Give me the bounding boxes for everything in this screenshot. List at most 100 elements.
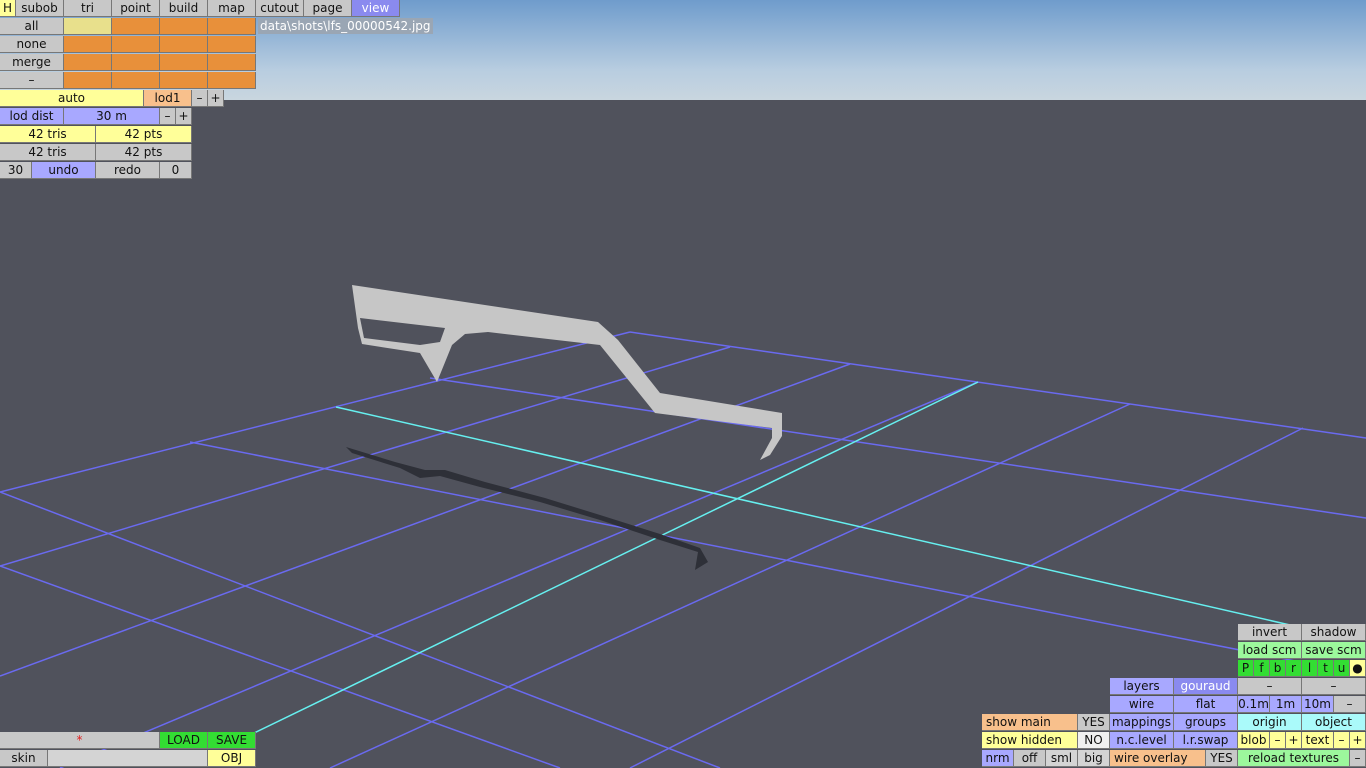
selection-slot[interactable] [64,54,112,71]
blob-label: blob [1238,732,1270,749]
selection-slot[interactable] [160,36,208,53]
skin-label: skin [0,750,48,767]
grid-off-button[interactable]: – [1334,696,1366,713]
selection-slot[interactable] [160,54,208,71]
selection-slot[interactable] [160,72,208,89]
selection-slot[interactable] [64,36,112,53]
save-scm-button[interactable]: save scm [1302,642,1366,659]
tab-page[interactable]: page [304,0,352,17]
text-minus-button[interactable]: – [1334,732,1350,749]
load-scm-button[interactable]: load scm [1238,642,1302,659]
text-plus-button[interactable]: + [1350,732,1366,749]
tab-map[interactable]: map [208,0,256,17]
selection-slot[interactable] [208,72,256,89]
show-hidden-toggle[interactable]: NO [1078,732,1110,749]
obj-button[interactable]: OBJ [208,750,256,767]
screenshot-filename: data\shots\lfs_00000542.jpg [258,18,433,34]
big-button[interactable]: big [1078,750,1110,767]
flat-button[interactable]: flat [1174,696,1238,713]
lod-dist-minus-button[interactable]: – [160,108,176,125]
grid-0-1m-button[interactable]: 0.1m [1238,696,1270,713]
dash-button[interactable]: – [0,72,64,89]
redo-button[interactable]: redo [96,162,160,179]
groups-button[interactable]: groups [1174,714,1238,731]
selection-slot[interactable] [112,72,160,89]
lod-plus-button[interactable]: + [208,90,224,107]
view-top-button[interactable]: t [1318,660,1334,677]
view-dot-button[interactable]: ● [1350,660,1366,677]
view-right-button[interactable]: r [1286,660,1302,677]
skin-field[interactable] [48,750,208,767]
dash-button-2[interactable]: – [1302,678,1366,695]
sml-button[interactable]: sml [1046,750,1078,767]
tab-point[interactable]: point [112,0,160,17]
lod-dist-value[interactable]: 30 m [64,108,160,125]
object-button[interactable]: object [1302,714,1366,731]
selection-slot[interactable] [64,72,112,89]
dash-button-1[interactable]: – [1238,678,1302,695]
pts-count: 42 pts [96,126,192,143]
tab-tri[interactable]: tri [64,0,112,17]
h-button[interactable]: H [0,0,16,17]
view-left-button[interactable]: l [1302,660,1318,677]
show-hidden-label: show hidden [982,732,1078,749]
selection-slot[interactable] [112,36,160,53]
selection-slot[interactable] [112,18,160,35]
selection-slot[interactable] [208,18,256,35]
lod-dist-plus-button[interactable]: + [176,108,192,125]
lod1-button[interactable]: lod1 [144,90,192,107]
selection-slot[interactable] [208,36,256,53]
selection-slot[interactable] [160,18,208,35]
shadow-button[interactable]: shadow [1302,624,1366,641]
load-button[interactable]: LOAD [160,732,208,749]
auto-button[interactable]: auto [0,90,144,107]
wire-button[interactable]: wire [1110,696,1174,713]
blob-minus-button[interactable]: – [1270,732,1286,749]
lod-minus-button[interactable]: – [192,90,208,107]
viewport-3d[interactable] [0,0,1366,768]
off-button[interactable]: off [1014,750,1046,767]
wire-overlay-toggle[interactable]: YES [1206,750,1238,767]
grid-10m-button[interactable]: 10m [1302,696,1334,713]
tab-view[interactable]: view [352,0,400,17]
show-main-label: show main [982,714,1078,731]
tris-count: 42 tris [0,126,96,143]
reload-dash-button[interactable]: – [1350,750,1366,767]
layers-button[interactable]: layers [1110,678,1174,695]
merge-button[interactable]: merge [0,54,64,71]
selection-slot[interactable] [112,54,160,71]
undo-count: 30 [0,162,32,179]
mappings-button[interactable]: mappings [1110,714,1174,731]
invert-button[interactable]: invert [1238,624,1302,641]
total-pts-count: 42 pts [96,144,192,161]
view-perspective-button[interactable]: P [1238,660,1254,677]
grid-1m-button[interactable]: 1m [1270,696,1302,713]
selection-slot[interactable] [64,18,112,35]
select-none-button[interactable]: none [0,36,64,53]
origin-button[interactable]: origin [1238,714,1302,731]
view-under-button[interactable]: u [1334,660,1350,677]
wire-overlay-label: wire overlay [1110,750,1206,767]
view-back-button[interactable]: b [1270,660,1286,677]
lod-dist-label: lod dist [0,108,64,125]
show-main-toggle[interactable]: YES [1078,714,1110,731]
text-label: text [1302,732,1334,749]
selection-slot[interactable] [208,54,256,71]
nrm-button[interactable]: nrm [982,750,1014,767]
save-button[interactable]: SAVE [208,732,256,749]
total-tris-count: 42 tris [0,144,96,161]
lr-swap-button[interactable]: l.r.swap [1174,732,1238,749]
reload-textures-button[interactable]: reload textures [1238,750,1350,767]
redo-count: 0 [160,162,192,179]
select-all-button[interactable]: all [0,18,64,35]
tab-cutout[interactable]: cutout [256,0,304,17]
undo-button[interactable]: undo [32,162,96,179]
model-mesh [352,285,782,460]
tab-build[interactable]: build [160,0,208,17]
gouraud-button[interactable]: gouraud [1174,678,1238,695]
tab-subob[interactable]: subob [16,0,64,17]
nc-level-button[interactable]: n.c.level [1110,732,1174,749]
view-front-button[interactable]: f [1254,660,1270,677]
blob-plus-button[interactable]: + [1286,732,1302,749]
modified-indicator: * [0,732,160,749]
